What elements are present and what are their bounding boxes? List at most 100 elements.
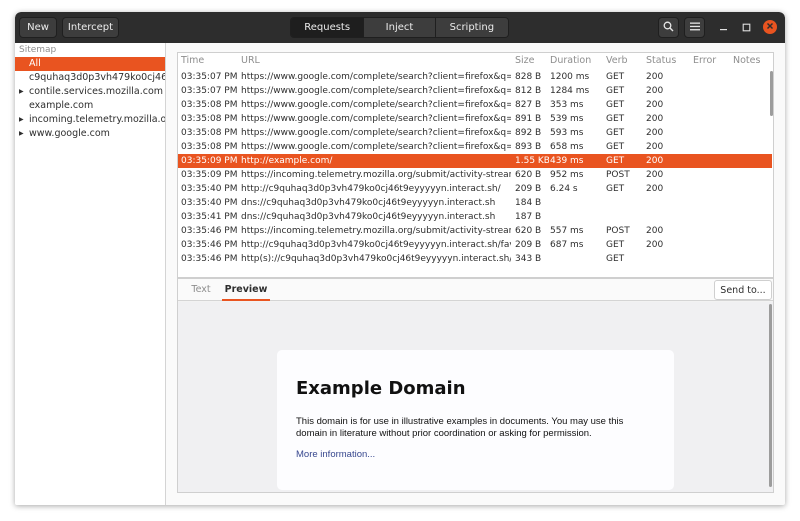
hamburger-menu-icon: [689, 22, 700, 34]
expand-arrow-icon[interactable]: ▶: [19, 85, 24, 99]
cell-duration: 593 ms: [550, 128, 584, 138]
detail-tabs: Text Preview Send to...: [178, 279, 773, 301]
sitemap-item-label: All: [29, 58, 41, 69]
cell-time: 03:35:08 PM: [181, 128, 238, 138]
cell-duration: 658 ms: [550, 142, 584, 152]
cell-time: 03:35:46 PM: [181, 226, 238, 236]
cell-time: 03:35:46 PM: [181, 240, 238, 250]
cell-status: 200: [646, 100, 664, 110]
column-header-url[interactable]: URL: [241, 53, 260, 69]
cell-size: 620 B: [515, 226, 542, 236]
tab-text[interactable]: Text: [182, 279, 220, 301]
cell-url: https://incoming.telemetry.mozilla.org/s…: [241, 226, 511, 236]
cell-size: 893 B: [515, 142, 542, 152]
tab-scripting[interactable]: Scripting: [434, 18, 508, 37]
preview-card: Example Domain This domain is for use in…: [277, 350, 674, 490]
table-row[interactable]: 03:35:08 PM https://www.google.com/comple…: [178, 140, 772, 154]
cell-time: 03:35:07 PM: [181, 86, 238, 96]
table-row[interactable]: 03:35:40 PM dns://c9quhaq3d0p3vh479ko0cj4…: [178, 196, 772, 210]
sitemap-item-interact-sh[interactable]: c9quhaq3d0p3vh479ko0cj46t9eyyyyyn.intera…: [15, 71, 165, 85]
sitemap-sidebar: Sitemap All c9quhaq3d0p3vh479ko0cj46t9ey…: [15, 43, 166, 505]
sitemap-item-label: example.com: [29, 100, 94, 111]
cell-duration: 557 ms: [550, 226, 584, 236]
column-header-notes[interactable]: Notes: [733, 53, 760, 69]
cell-verb: POST: [606, 170, 630, 180]
column-header-size[interactable]: Size: [515, 53, 535, 69]
table-scrollbar[interactable]: [770, 71, 773, 116]
table-row[interactable]: 03:35:08 PM https://www.google.com/comple…: [178, 98, 772, 112]
cell-verb: GET: [606, 128, 625, 138]
cell-status: 200: [646, 114, 664, 124]
minimize-icon: [719, 22, 728, 35]
cell-status: 200: [646, 170, 664, 180]
table-row[interactable]: 03:35:08 PM https://www.google.com/comple…: [178, 126, 772, 140]
preview-scrollbar[interactable]: [769, 304, 772, 487]
cell-time: 03:35:08 PM: [181, 142, 238, 152]
table-row[interactable]: 03:35:09 PM https://incoming.telemetry.mo…: [178, 168, 772, 182]
cell-url: https://incoming.telemetry.mozilla.org/s…: [241, 170, 511, 180]
tab-requests[interactable]: Requests: [291, 18, 364, 37]
table-row[interactable]: 03:35:08 PM https://www.google.com/comple…: [178, 112, 772, 126]
cell-duration: 1284 ms: [550, 86, 590, 96]
intercept-button[interactable]: Intercept: [62, 17, 119, 38]
table-row[interactable]: 03:35:46 PM http://c9quhaq3d0p3vh479ko0cj…: [178, 238, 772, 252]
tab-inject[interactable]: Inject: [363, 18, 435, 37]
cell-status: 200: [646, 72, 664, 82]
more-information-link[interactable]: More information...: [296, 449, 375, 460]
sitemap-item-all[interactable]: All: [15, 57, 165, 71]
column-header-verb[interactable]: Verb: [606, 53, 628, 69]
cell-url: http(s)://c9quhaq3d0p3vh479ko0cj46t9eyyy…: [241, 254, 511, 264]
sitemap-item-label: www.google.com: [29, 128, 110, 139]
cell-size: 184 B: [515, 198, 542, 208]
cell-verb: GET: [606, 114, 625, 124]
cell-status: 200: [646, 156, 664, 166]
cell-verb: GET: [606, 254, 625, 264]
cell-url: https://www.google.com/complete/search?c…: [241, 114, 511, 124]
preview-panel: Example Domain This domain is for use in…: [178, 302, 773, 492]
header-bar: New Intercept Requests Inject Scripting: [15, 12, 785, 43]
cell-duration: 687 ms: [550, 240, 584, 250]
table-row[interactable]: 03:35:41 PM dns://c9quhaq3d0p3vh479ko0cj4…: [178, 210, 772, 224]
expand-arrow-icon[interactable]: ▶: [19, 127, 24, 141]
sitemap-item-telemetry[interactable]: ▶ incoming.telemetry.mozilla.org: [15, 113, 166, 127]
column-header-status[interactable]: Status: [646, 53, 676, 69]
sitemap-item-google[interactable]: ▶ www.google.com: [15, 127, 165, 141]
menu-button[interactable]: [684, 17, 705, 38]
sitemap-item-contile[interactable]: ▶ contile.services.mozilla.com: [15, 85, 165, 99]
cell-size: 812 B: [515, 86, 542, 96]
cell-duration: 353 ms: [550, 100, 584, 110]
column-header-error[interactable]: Error: [693, 53, 716, 69]
new-button[interactable]: New: [19, 17, 57, 38]
cell-status: 200: [646, 240, 664, 250]
cell-verb: GET: [606, 72, 625, 82]
cell-verb: GET: [606, 240, 625, 250]
table-row[interactable]: 03:35:46 PM https://incoming.telemetry.mo…: [178, 224, 772, 238]
cell-url: https://www.google.com/complete/search?c…: [241, 86, 511, 96]
column-header-time[interactable]: Time: [181, 53, 204, 69]
sitemap-item-label: incoming.telemetry.mozilla.org: [29, 114, 166, 125]
table-row[interactable]: 03:35:07 PM https://www.google.com/comple…: [178, 70, 772, 84]
maximize-button[interactable]: [739, 21, 753, 35]
cell-url: dns://c9quhaq3d0p3vh479ko0cj46t9eyyyyyn.…: [241, 198, 496, 208]
column-header-duration[interactable]: Duration: [550, 53, 591, 69]
cell-duration: 539 ms: [550, 114, 584, 124]
detail-pane: Text Preview Send to... Example Domain T…: [177, 278, 774, 493]
send-to-button[interactable]: Send to...: [714, 280, 772, 300]
close-window-button[interactable]: [763, 20, 777, 34]
cell-verb: GET: [606, 156, 625, 166]
table-row[interactable]: 03:35:40 PM http://c9quhaq3d0p3vh479ko0cj…: [178, 182, 772, 196]
tab-preview[interactable]: Preview: [222, 279, 270, 301]
expand-arrow-icon[interactable]: ▶: [19, 113, 24, 127]
cell-url: dns://c9quhaq3d0p3vh479ko0cj46t9eyyyyyn.…: [241, 212, 496, 222]
cell-time: 03:35:40 PM: [181, 198, 238, 208]
cell-status: 200: [646, 128, 664, 138]
cell-size: 209 B: [515, 240, 542, 250]
sitemap-item-example-com[interactable]: example.com: [15, 99, 165, 113]
cell-size: 209 B: [515, 184, 542, 194]
table-row[interactable]: 03:35:46 PM http(s)://c9quhaq3d0p3vh479ko…: [178, 252, 772, 266]
table-row[interactable]: 03:35:09 PM http://example.com/1.55 KB 439…: [178, 154, 772, 168]
table-row[interactable]: 03:35:07 PM https://www.google.com/comple…: [178, 84, 772, 98]
cell-time: 03:35:41 PM: [181, 212, 238, 222]
search-button[interactable]: [658, 17, 679, 38]
minimize-button[interactable]: [716, 21, 730, 35]
